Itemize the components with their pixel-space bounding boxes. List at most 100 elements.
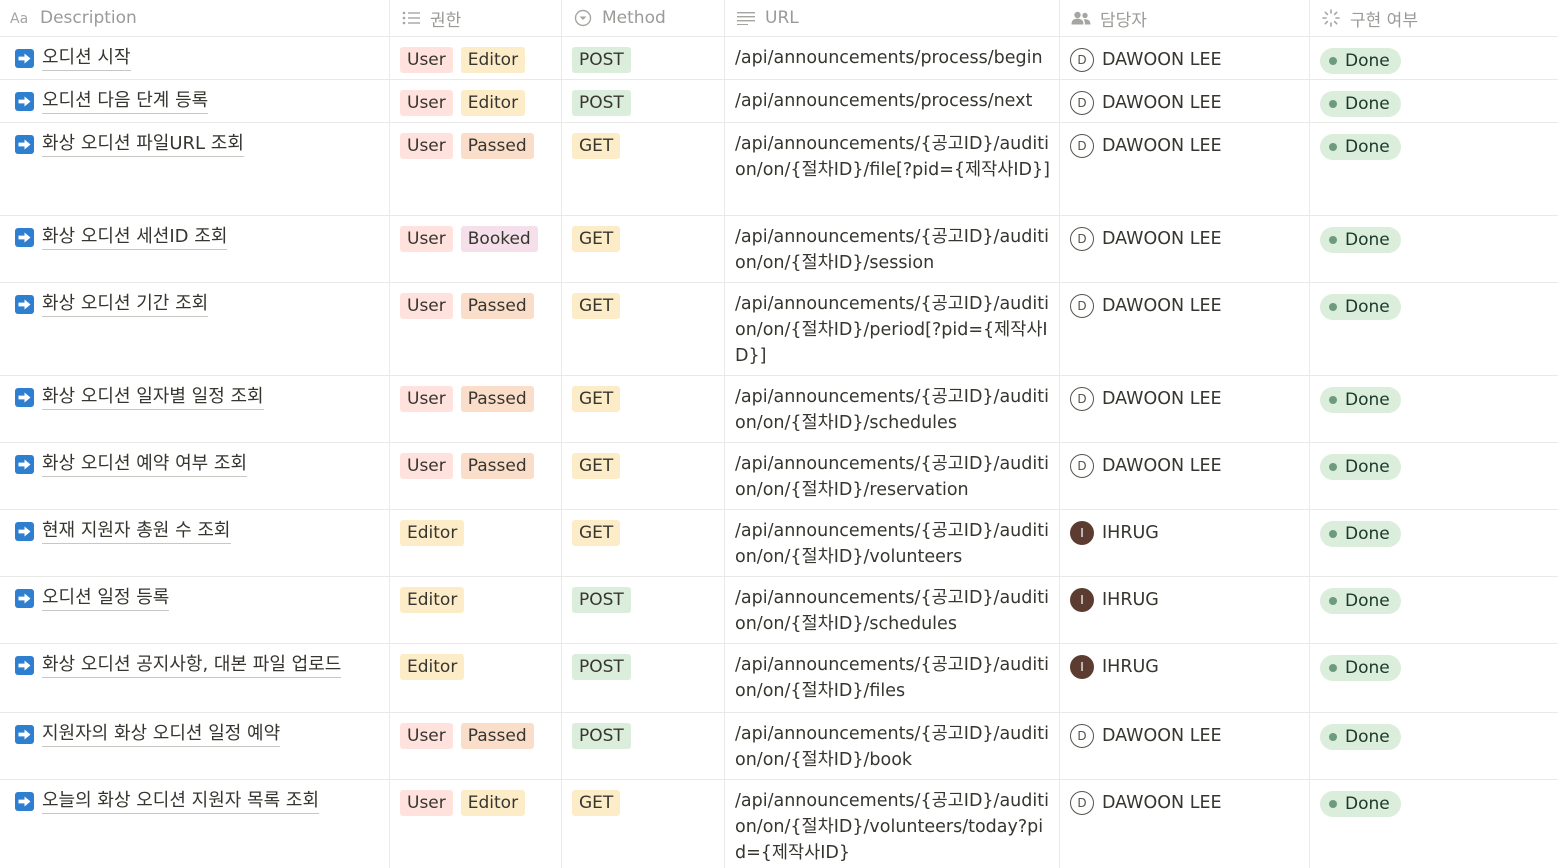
method-cell[interactable]: GET	[562, 123, 725, 215]
table-row[interactable]: 화상 오디션 예약 여부 조회 User Passed GET/api/announc…	[0, 443, 1558, 510]
status-cell[interactable]: Done	[1310, 37, 1558, 79]
page-link[interactable]: 화상 오디션 예약 여부 조회	[42, 453, 248, 477]
page-link[interactable]: 오늘의 화상 오디션 지원자 목록 조회	[42, 790, 320, 814]
column-header-description[interactable]: Aa Description	[0, 0, 390, 36]
page-link[interactable]: 화상 오디션 공지사항, 대본 파일 업로드	[42, 654, 342, 678]
status-cell[interactable]: Done	[1310, 216, 1558, 282]
permission-cell[interactable]: User Editor	[390, 37, 562, 79]
table-row[interactable]: 오디션 시작 User Editor POST/api/announcements/p…	[0, 37, 1558, 80]
permission-cell[interactable]: User Passed	[390, 283, 562, 375]
assignee-cell[interactable]: D DAWOON LEE	[1060, 37, 1310, 79]
status-cell[interactable]: Done	[1310, 780, 1558, 868]
url-cell[interactable]: /api/announcements/{공고ID}/audition/on/{절…	[725, 283, 1060, 375]
table-row[interactable]: 지원자의 화상 오디션 일정 예약 User Passed POST/api/anno…	[0, 713, 1558, 780]
url-cell[interactable]: /api/announcements/process/next	[725, 80, 1060, 122]
url-cell[interactable]: /api/announcements/{공고ID}/audition/on/{절…	[725, 443, 1060, 509]
column-header-status[interactable]: 구현 여부	[1310, 0, 1558, 36]
method-cell[interactable]: POST	[562, 80, 725, 122]
page-link[interactable]: 지원자의 화상 오디션 일정 예약	[42, 723, 281, 747]
assignee-cell[interactable]: I IHRUG	[1060, 644, 1310, 712]
description-cell[interactable]: 화상 오디션 공지사항, 대본 파일 업로드	[0, 644, 390, 712]
page-link[interactable]: 화상 오디션 일자별 일정 조회	[42, 386, 264, 410]
description-cell[interactable]: 현재 지원자 총원 수 조회	[0, 510, 390, 576]
table-row[interactable]: 화상 오디션 기간 조회 User Passed GET/api/announceme…	[0, 283, 1558, 376]
page-link[interactable]: 현재 지원자 총원 수 조회	[42, 520, 231, 544]
description-cell[interactable]: 지원자의 화상 오디션 일정 예약	[0, 713, 390, 779]
table-row[interactable]: 화상 오디션 공지사항, 대본 파일 업로드 Editor POST/api/ann…	[0, 644, 1558, 713]
table-row[interactable]: 현재 지원자 총원 수 조회 Editor GET/api/announcement…	[0, 510, 1558, 577]
table-row[interactable]: 화상 오디션 일자별 일정 조회 User Passed GET/api/announ…	[0, 376, 1558, 443]
url-cell[interactable]: /api/announcements/{공고ID}/audition/on/{절…	[725, 123, 1060, 215]
table-row[interactable]: 화상 오디션 파일URL 조회 User Passed GET/api/announc…	[0, 123, 1558, 216]
column-header-assignee[interactable]: 담당자	[1060, 0, 1310, 36]
permission-cell[interactable]: User Passed	[390, 443, 562, 509]
method-cell[interactable]: GET	[562, 216, 725, 282]
description-cell[interactable]: 오디션 일정 등록	[0, 577, 390, 643]
method-cell[interactable]: GET	[562, 510, 725, 576]
status-cell[interactable]: Done	[1310, 713, 1558, 779]
method-cell[interactable]: POST	[562, 577, 725, 643]
column-header-permission[interactable]: 권한	[390, 0, 562, 36]
permission-cell[interactable]: Editor	[390, 644, 562, 712]
assignee-cell[interactable]: D DAWOON LEE	[1060, 216, 1310, 282]
permission-cell[interactable]: User Editor	[390, 80, 562, 122]
table-row[interactable]: 오늘의 화상 오디션 지원자 목록 조회 User Editor GET/api/an…	[0, 780, 1558, 868]
assignee-cell[interactable]: I IHRUG	[1060, 577, 1310, 643]
permission-cell[interactable]: User Editor	[390, 780, 562, 868]
description-cell[interactable]: 오늘의 화상 오디션 지원자 목록 조회	[0, 780, 390, 868]
method-cell[interactable]: GET	[562, 376, 725, 442]
status-cell[interactable]: Done	[1310, 510, 1558, 576]
assignee-cell[interactable]: D DAWOON LEE	[1060, 443, 1310, 509]
permission-cell[interactable]: User Passed	[390, 123, 562, 215]
description-cell[interactable]: 화상 오디션 파일URL 조회	[0, 123, 390, 215]
assignee-cell[interactable]: D DAWOON LEE	[1060, 283, 1310, 375]
page-link[interactable]: 오디션 다음 단계 등록	[42, 90, 209, 114]
description-cell[interactable]: 오디션 시작	[0, 37, 390, 79]
url-cell[interactable]: /api/announcements/{공고ID}/audition/on/{절…	[725, 713, 1060, 779]
permission-cell[interactable]: Editor	[390, 510, 562, 576]
assignee-cell[interactable]: D DAWOON LEE	[1060, 376, 1310, 442]
table-row[interactable]: 화상 오디션 세션ID 조회 User Booked GET/api/announce…	[0, 216, 1558, 283]
page-link[interactable]: 오디션 일정 등록	[42, 587, 170, 611]
status-cell[interactable]: Done	[1310, 283, 1558, 375]
status-cell[interactable]: Done	[1310, 123, 1558, 215]
assignee-cell[interactable]: D DAWOON LEE	[1060, 713, 1310, 779]
status-cell[interactable]: Done	[1310, 443, 1558, 509]
page-link[interactable]: 화상 오디션 기간 조회	[42, 293, 209, 317]
method-cell[interactable]: GET	[562, 780, 725, 868]
method-cell[interactable]: GET	[562, 443, 725, 509]
column-header-url[interactable]: URL	[725, 0, 1060, 36]
status-cell[interactable]: Done	[1310, 80, 1558, 122]
url-cell[interactable]: /api/announcements/process/begin	[725, 37, 1060, 79]
method-cell[interactable]: GET	[562, 283, 725, 375]
table-row[interactable]: 오디션 다음 단계 등록 User Editor POST/api/announcem…	[0, 80, 1558, 123]
page-link[interactable]: 화상 오디션 세션ID 조회	[42, 226, 228, 250]
status-cell[interactable]: Done	[1310, 376, 1558, 442]
description-cell[interactable]: 화상 오디션 일자별 일정 조회	[0, 376, 390, 442]
description-cell[interactable]: 화상 오디션 예약 여부 조회	[0, 443, 390, 509]
permission-cell[interactable]: User Passed	[390, 713, 562, 779]
url-cell[interactable]: /api/announcements/{공고ID}/audition/on/{절…	[725, 510, 1060, 576]
method-cell[interactable]: POST	[562, 713, 725, 779]
permission-cell[interactable]: Editor	[390, 577, 562, 643]
description-cell[interactable]: 화상 오디션 기간 조회	[0, 283, 390, 375]
url-cell[interactable]: /api/announcements/{공고ID}/audition/on/{절…	[725, 376, 1060, 442]
description-cell[interactable]: 오디션 다음 단계 등록	[0, 80, 390, 122]
page-link[interactable]: 오디션 시작	[42, 47, 131, 71]
url-cell[interactable]: /api/announcements/{공고ID}/audition/on/{절…	[725, 644, 1060, 712]
url-cell[interactable]: /api/announcements/{공고ID}/audition/on/{절…	[725, 780, 1060, 868]
page-link[interactable]: 화상 오디션 파일URL 조회	[42, 133, 244, 157]
status-cell[interactable]: Done	[1310, 644, 1558, 712]
url-cell[interactable]: /api/announcements/{공고ID}/audition/on/{절…	[725, 216, 1060, 282]
permission-cell[interactable]: User Booked	[390, 216, 562, 282]
assignee-cell[interactable]: D DAWOON LEE	[1060, 80, 1310, 122]
status-cell[interactable]: Done	[1310, 577, 1558, 643]
method-cell[interactable]: POST	[562, 37, 725, 79]
assignee-cell[interactable]: D DAWOON LEE	[1060, 123, 1310, 215]
assignee-cell[interactable]: D DAWOON LEE	[1060, 780, 1310, 868]
table-row[interactable]: 오디션 일정 등록 Editor POST/api/announcements/{공…	[0, 577, 1558, 644]
method-cell[interactable]: POST	[562, 644, 725, 712]
assignee-cell[interactable]: I IHRUG	[1060, 510, 1310, 576]
description-cell[interactable]: 화상 오디션 세션ID 조회	[0, 216, 390, 282]
column-header-method[interactable]: Method	[562, 0, 725, 36]
